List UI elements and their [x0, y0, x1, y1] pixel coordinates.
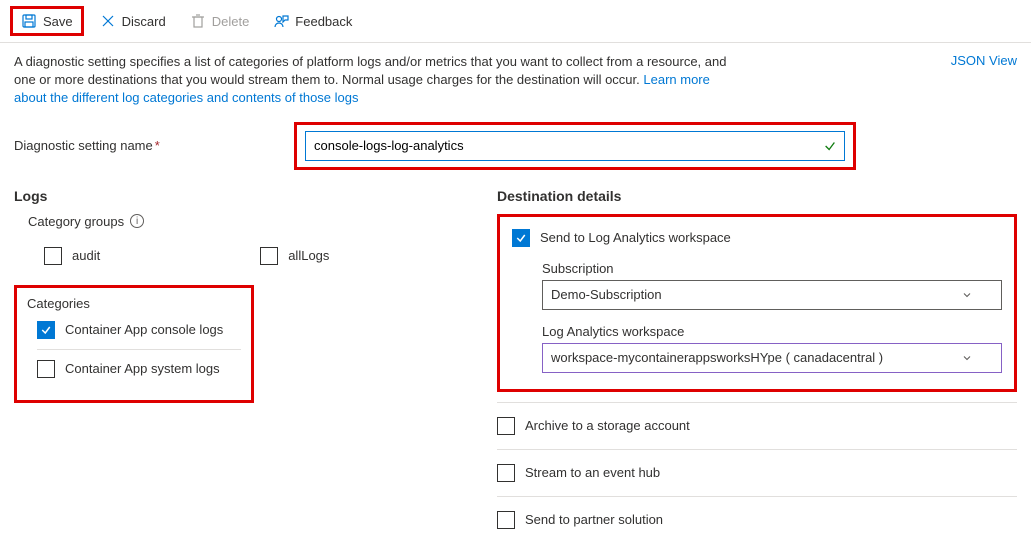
partner-checkbox[interactable]: [497, 511, 515, 529]
audit-checkbox[interactable]: [44, 247, 62, 265]
alllogs-checkbox[interactable]: [260, 247, 278, 265]
info-icon[interactable]: i: [130, 214, 144, 228]
save-label: Save: [43, 14, 73, 29]
chevron-down-icon: [961, 352, 973, 364]
destination-heading: Destination details: [497, 188, 1017, 204]
description-text: A diagnostic setting specifies a list of…: [14, 53, 744, 108]
feedback-button[interactable]: Feedback: [265, 9, 360, 33]
system-logs-checkbox[interactable]: [37, 360, 55, 378]
stream-checkbox[interactable]: [497, 464, 515, 482]
setting-name-input[interactable]: [305, 131, 845, 161]
person-feedback-icon: [273, 13, 289, 29]
save-button[interactable]: Save: [13, 9, 81, 33]
send-log-analytics-label: Send to Log Analytics workspace: [540, 230, 731, 245]
categories-label: Categories: [27, 296, 241, 311]
subscription-select[interactable]: Demo-Subscription: [542, 280, 1002, 310]
system-logs-label: Container App system logs: [65, 361, 220, 376]
audit-label: audit: [72, 248, 100, 263]
alllogs-label: allLogs: [288, 248, 329, 263]
save-icon: [21, 13, 37, 29]
trash-icon: [190, 13, 206, 29]
workspace-value: workspace-mycontainerappsworksHYpe ( can…: [551, 350, 883, 365]
setting-name-label: Diagnostic setting name*: [14, 138, 294, 153]
archive-label: Archive to a storage account: [525, 418, 690, 433]
console-logs-checkbox[interactable]: [37, 321, 55, 339]
chevron-down-icon: [961, 289, 973, 301]
subscription-value: Demo-Subscription: [551, 287, 662, 302]
toolbar: Save Discard Delete Feedback: [0, 0, 1031, 43]
partner-label: Send to partner solution: [525, 512, 663, 527]
workspace-label: Log Analytics workspace: [542, 324, 1002, 339]
discard-label: Discard: [122, 14, 166, 29]
feedback-label: Feedback: [295, 14, 352, 29]
check-icon: [823, 139, 837, 153]
delete-button: Delete: [182, 9, 258, 33]
subscription-label: Subscription: [542, 261, 1002, 276]
discard-button[interactable]: Discard: [92, 9, 174, 33]
json-view-link[interactable]: JSON View: [951, 53, 1017, 68]
send-log-analytics-checkbox[interactable]: [512, 229, 530, 247]
delete-label: Delete: [212, 14, 250, 29]
stream-label: Stream to an event hub: [525, 465, 660, 480]
workspace-select[interactable]: workspace-mycontainerappsworksHYpe ( can…: [542, 343, 1002, 373]
logs-heading: Logs: [14, 188, 467, 204]
category-groups-label: Category groups i: [28, 214, 467, 229]
archive-checkbox[interactable]: [497, 417, 515, 435]
console-logs-label: Container App console logs: [65, 322, 223, 337]
required-indicator: *: [155, 138, 160, 153]
close-icon: [100, 13, 116, 29]
